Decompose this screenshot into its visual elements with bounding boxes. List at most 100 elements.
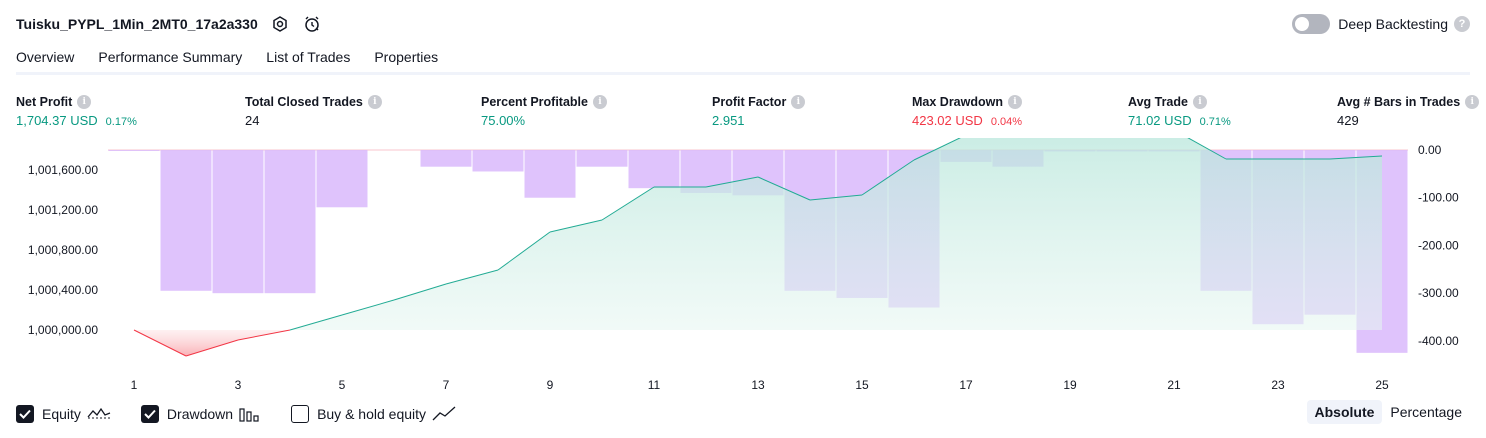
drawdown-checkbox[interactable] (140, 405, 159, 423)
drawdown-bar[interactable] (472, 150, 524, 172)
equity-line-icon (87, 406, 111, 422)
legend-drawdown[interactable]: Drawdown (140, 405, 261, 423)
percentage-button[interactable]: Percentage (1382, 400, 1470, 424)
legend-label: Drawdown (166, 406, 234, 422)
trend-line-icon (432, 406, 456, 422)
right-axis-tick-label: -300.00 (1418, 286, 1459, 300)
left-axis: 1,001,600.00 1,001,200.00 1,000,800.00 1,00… (28, 163, 98, 337)
scale-mode-switch: Absolute Percentage (1306, 400, 1471, 424)
info-icon[interactable]: i (1008, 95, 1022, 109)
left-axis-tick-label: 1,001,600.00 (28, 163, 98, 177)
alarm-clock-icon[interactable] (302, 14, 322, 34)
left-axis-tick-label: 1,000,800.00 (28, 243, 98, 257)
bar-chart-icon (239, 406, 261, 422)
stat-value: 75.00% (481, 113, 526, 128)
left-axis-tick-label: 1,000,400.00 (28, 283, 98, 297)
x-axis-tick-label: 5 (339, 378, 346, 392)
x-axis-tick-label: 23 (1271, 378, 1285, 392)
stat-total-closed-trades: Total Closed Trades i 24 (245, 93, 382, 131)
stat-percent: 0.17% (105, 116, 137, 128)
drawdown-bar[interactable] (524, 150, 576, 198)
equity-drawdown-chart[interactable]: 1,001,600.00 1,001,200.00 1,000,800.00 1,00… (0, 138, 1486, 398)
stat-value: 1,704.37 USD (16, 113, 98, 128)
stat-max-drawdown: Max Drawdown i 423.02 USD 0.04% (912, 93, 1022, 131)
info-icon[interactable]: i (77, 95, 92, 109)
info-icon[interactable]: i (592, 95, 607, 109)
stat-value: 423.02 USD (912, 113, 983, 128)
stat-label: Total Closed Trades (245, 95, 363, 109)
right-axis-tick-label: 0.00 (1418, 143, 1442, 157)
x-axis-tick-label: 13 (751, 378, 765, 392)
tab-performance-summary[interactable]: Performance Summary (98, 46, 242, 74)
info-icon[interactable]: i (791, 95, 806, 109)
chart-legend: Equity Drawdown Buy & hold equity (16, 404, 486, 424)
strategy-title: Tuisku_PYPL_1Min_2MT0_17a2a330 (16, 16, 258, 32)
strategy-header: Tuisku_PYPL_1Min_2MT0_17a2a330 (16, 12, 322, 36)
drawdown-bar[interactable] (160, 150, 212, 291)
stat-net-profit: Net Profit i 1,704.37 USD 0.17% (16, 93, 137, 131)
stat-label: Max Drawdown (912, 95, 1003, 109)
drawdown-bar[interactable] (576, 150, 628, 167)
info-icon[interactable]: i (1465, 95, 1480, 109)
tab-bar: Overview Performance Summary List of Tra… (16, 46, 462, 75)
x-axis: 1 3 5 7 9 11 13 15 17 19 21 23 25 (131, 378, 1389, 392)
right-axis-tick-label: -400.00 (1418, 334, 1459, 348)
stat-label: Profit Factor (712, 95, 787, 109)
stat-profit-factor: Profit Factor i 2.951 (712, 93, 806, 131)
right-axis-tick-label: -200.00 (1418, 238, 1459, 252)
drawdown-bar[interactable] (316, 150, 368, 208)
stat-value: 71.02 USD (1128, 113, 1192, 128)
info-icon[interactable]: i (367, 95, 382, 109)
deep-backtesting-toggle[interactable] (1292, 14, 1331, 34)
stat-label: Avg Trade (1128, 95, 1188, 109)
tab-divider (16, 72, 1470, 75)
settings-icon[interactable] (270, 14, 290, 34)
legend-label: Equity (42, 406, 81, 422)
x-axis-tick-label: 15 (855, 378, 869, 392)
deep-backtesting: Deep Backtesting ? (1292, 12, 1470, 36)
deep-backtesting-label: Deep Backtesting (1338, 16, 1448, 32)
stat-label: Net Profit (16, 95, 73, 109)
left-axis-tick-label: 1,001,200.00 (28, 203, 98, 217)
legend-buy-hold[interactable]: Buy & hold equity (291, 405, 456, 423)
help-icon[interactable]: ? (1454, 16, 1470, 32)
tab-list-of-trades[interactable]: List of Trades (266, 46, 350, 74)
absolute-button[interactable]: Absolute (1306, 400, 1383, 424)
tab-properties[interactable]: Properties (374, 46, 438, 74)
stat-value: 24 (245, 113, 260, 128)
x-axis-tick-label: 17 (959, 378, 973, 392)
x-axis-tick-label: 11 (648, 378, 661, 392)
stat-value: 429 (1337, 113, 1359, 128)
x-axis-tick-label: 21 (1167, 378, 1181, 392)
x-axis-tick-label: 3 (235, 378, 242, 392)
stat-avg-bars: Avg # Bars in Trades i 429 (1337, 93, 1480, 131)
buy-hold-checkbox[interactable] (291, 405, 310, 423)
stat-value: 2.951 (712, 113, 745, 128)
left-axis-tick-label: 1,000,000.00 (28, 323, 98, 337)
legend-equity[interactable]: Equity (16, 405, 111, 423)
info-icon[interactable]: i (1192, 95, 1207, 109)
x-axis-tick-label: 19 (1063, 378, 1077, 392)
right-axis: 0.00 -100.00 -200.00 -300.00 -400.00 (1418, 143, 1459, 348)
x-axis-tick-label: 7 (443, 378, 450, 392)
drawdown-bar[interactable] (212, 150, 264, 294)
stat-label: Avg # Bars in Trades (1337, 95, 1461, 109)
x-axis-tick-label: 1 (131, 378, 138, 392)
stat-label: Percent Profitable (481, 95, 588, 109)
x-axis-tick-label: 9 (547, 378, 554, 392)
right-axis-tick-label: -100.00 (1418, 191, 1459, 205)
stat-percent-profitable: Percent Profitable i 75.00% (481, 93, 607, 131)
stat-percent: 0.71% (1199, 116, 1231, 128)
stat-avg-trade: Avg Trade i 71.02 USD 0.71% (1128, 93, 1231, 131)
equity-profit-area (290, 138, 1382, 330)
equity-loss-area (134, 330, 290, 356)
drawdown-bar[interactable] (628, 150, 680, 189)
x-axis-tick-label: 25 (1375, 378, 1389, 392)
stat-percent: 0.04% (990, 116, 1023, 128)
equity-checkbox[interactable] (16, 405, 34, 423)
drawdown-bar[interactable] (420, 150, 472, 167)
tab-overview[interactable]: Overview (16, 46, 75, 75)
drawdown-bar[interactable] (264, 150, 316, 294)
legend-label: Buy & hold equity (317, 406, 427, 422)
drawdown-bar[interactable] (108, 150, 160, 151)
